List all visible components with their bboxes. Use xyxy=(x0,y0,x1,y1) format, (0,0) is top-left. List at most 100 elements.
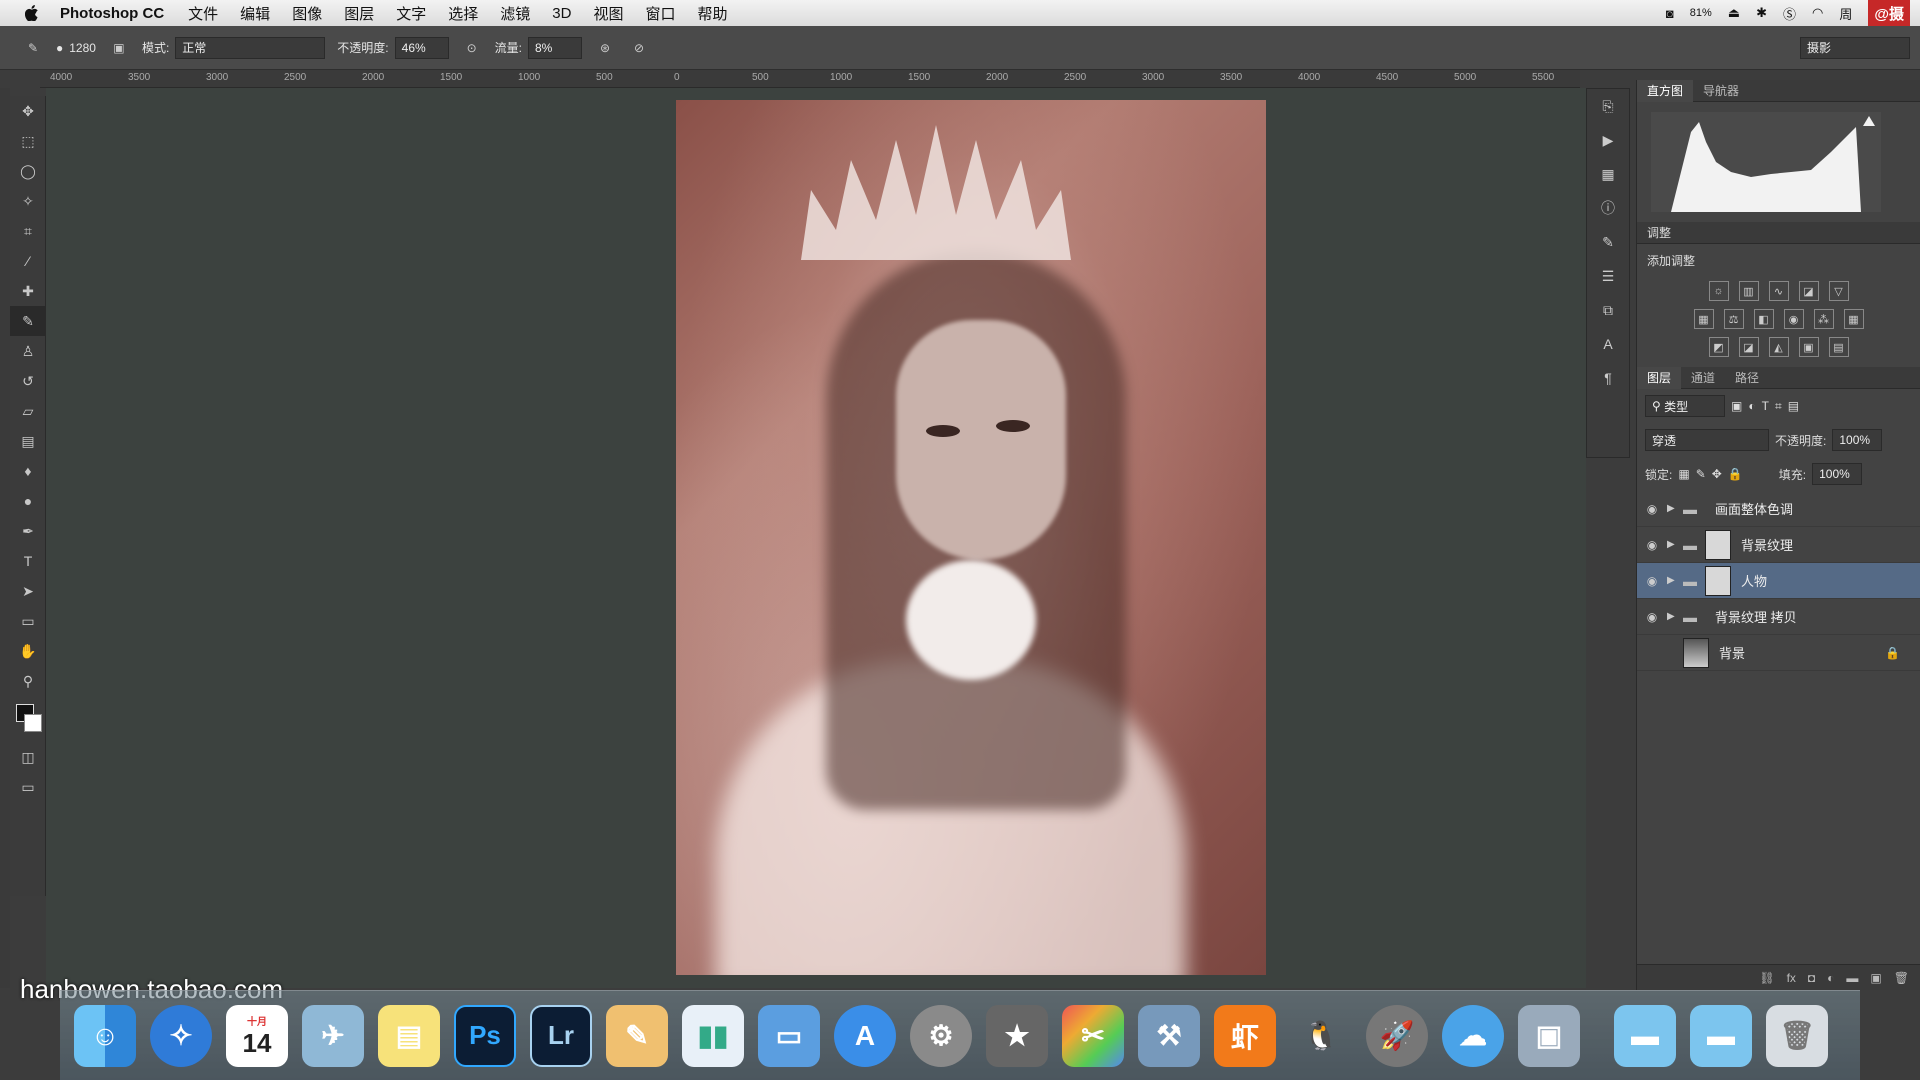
gradient-map-icon[interactable]: ▤ xyxy=(1828,337,1849,357)
move-tool-icon[interactable]: ✥ xyxy=(10,96,46,126)
menu-select[interactable]: 选择 xyxy=(448,3,478,24)
blend-mode-select[interactable]: 穿透 xyxy=(1645,429,1769,451)
photoshop-icon[interactable]: Ps xyxy=(454,1004,516,1067)
character-panel-icon[interactable]: A xyxy=(1587,327,1629,361)
brush-panel-icon[interactable]: ▣ xyxy=(108,37,130,59)
preview-icon[interactable]: ✈ xyxy=(302,1004,364,1067)
horizontal-ruler[interactable]: 4000 3500 3000 2500 2000 1500 1000 500 0… xyxy=(40,70,1580,88)
magic-wand-tool-icon[interactable]: ✧ xyxy=(10,186,46,216)
filter-pixel-icon[interactable]: ▣ xyxy=(1731,399,1742,413)
new-layer-icon[interactable]: ▣ xyxy=(1870,971,1881,985)
add-mask-icon[interactable]: ◘ xyxy=(1808,971,1815,985)
pressure-size-icon[interactable]: ⊘ xyxy=(628,37,650,59)
visibility-eye-icon[interactable]: ◉ xyxy=(1637,610,1667,624)
selective-color-icon[interactable]: ▣ xyxy=(1798,337,1819,357)
layer-row[interactable]: ◉ 背景 🔒 xyxy=(1637,635,1920,671)
channel-mixer-icon[interactable]: ⁂ xyxy=(1813,309,1834,329)
layer-mask-thumbnail[interactable] xyxy=(1705,529,1731,560)
threshold-icon[interactable]: ◭ xyxy=(1768,337,1789,357)
eyedropper-tool-icon[interactable]: ⁄ xyxy=(10,246,46,276)
hue-saturation-icon[interactable]: ▦ xyxy=(1693,309,1714,329)
menu-help[interactable]: 帮助 xyxy=(697,3,727,24)
tab-histogram[interactable]: 直方图 xyxy=(1637,79,1694,102)
xiami-icon[interactable]: 虾 xyxy=(1214,1004,1276,1067)
notes-icon[interactable]: ▤ xyxy=(378,1004,440,1067)
pressure-opacity-icon[interactable]: ⊙ xyxy=(461,37,483,59)
expand-arrow-icon[interactable]: ▶ xyxy=(1667,575,1683,586)
numbers-icon[interactable]: ▮▮ xyxy=(682,1004,744,1067)
calendar-icon[interactable]: 十月 14 xyxy=(226,1004,288,1067)
menu-3d[interactable]: 3D xyxy=(552,5,571,22)
document-canvas[interactable] xyxy=(676,100,1266,975)
documents-folder-icon[interactable]: ▬ xyxy=(1690,1004,1752,1067)
exposure-icon[interactable]: ◪ xyxy=(1798,281,1819,301)
canvas-workspace[interactable] xyxy=(46,88,1586,988)
menu-window[interactable]: 窗口 xyxy=(645,3,675,24)
lock-all-icon[interactable]: 🔒 xyxy=(1728,467,1743,481)
color-lookup-icon[interactable]: ▦ xyxy=(1843,309,1864,329)
color-balance-icon[interactable]: ⚖ xyxy=(1723,309,1744,329)
layer-row[interactable]: ◉ ▶ ▬ 背景纹理 xyxy=(1637,527,1920,563)
black-white-icon[interactable]: ◧ xyxy=(1753,309,1774,329)
vibrance-icon[interactable]: ▽ xyxy=(1828,281,1849,301)
type-tool-icon[interactable]: T xyxy=(10,546,46,576)
trash-icon[interactable]: 🗑 xyxy=(1766,1004,1828,1067)
new-adjustment-icon[interactable]: ◐ xyxy=(1827,971,1834,985)
wifi-icon[interactable]: ◠ xyxy=(1812,5,1823,21)
swatches-panel-icon[interactable]: ▦ xyxy=(1587,157,1629,191)
layer-row[interactable]: ◉ ▶ ▬ 背景纹理 拷贝 xyxy=(1637,599,1920,635)
skype-icon[interactable]: Ⓢ xyxy=(1783,4,1796,23)
bluetooth-icon[interactable]: ✱ xyxy=(1756,5,1767,21)
app-store-icon[interactable]: A xyxy=(834,1004,896,1067)
safari-icon[interactable]: ✧ xyxy=(150,1004,212,1067)
visibility-eye-icon[interactable]: ◉ xyxy=(1637,502,1667,516)
layer-style-icon[interactable]: fx xyxy=(1787,971,1796,985)
final-cut-icon[interactable]: ✂ xyxy=(1062,1004,1124,1067)
lock-move-icon[interactable]: ✥ xyxy=(1712,467,1722,481)
quick-mask-icon[interactable]: ◫ xyxy=(10,742,46,772)
pages-icon[interactable]: ✎ xyxy=(606,1004,668,1067)
expand-arrow-icon[interactable]: ▶ xyxy=(1667,539,1683,550)
healing-brush-tool-icon[interactable]: ✚ xyxy=(10,276,46,306)
adjustments-title[interactable]: 调整 xyxy=(1637,222,1920,244)
menu-type[interactable]: 文字 xyxy=(396,3,426,24)
opacity-input[interactable]: 46% xyxy=(394,36,449,59)
menu-image[interactable]: 图像 xyxy=(292,3,322,24)
photo-filter-icon[interactable]: ◉ xyxy=(1783,309,1804,329)
actions-panel-icon[interactable]: ▶ xyxy=(1587,123,1629,157)
visibility-eye-icon[interactable]: ◉ xyxy=(1637,574,1667,588)
zoom-tool-icon[interactable]: ⚲ xyxy=(10,666,46,696)
brush-tool-icon[interactable]: ✎ xyxy=(10,306,46,336)
system-preferences-icon[interactable]: ⚙ xyxy=(910,1004,972,1067)
menu-file[interactable]: 文件 xyxy=(188,3,218,24)
mode-select[interactable]: 正常 xyxy=(175,36,326,59)
filter-smart-icon[interactable]: ▤ xyxy=(1788,399,1799,413)
image-capture-icon[interactable]: ▣ xyxy=(1518,1004,1580,1067)
messenger-icon[interactable]: ☁ xyxy=(1442,1004,1504,1067)
menu-layer[interactable]: 图层 xyxy=(344,3,374,24)
clone-stamp-tool-icon[interactable]: ♙ xyxy=(10,336,46,366)
brush-preset-icon[interactable]: ✎ xyxy=(22,37,44,59)
apple-icon[interactable] xyxy=(22,3,42,23)
tab-layers[interactable]: 图层 xyxy=(1637,366,1682,389)
eject-icon[interactable]: ⏏ xyxy=(1728,5,1740,21)
expand-arrow-icon[interactable]: ▶ xyxy=(1667,503,1683,514)
camera-icon[interactable]: ◙ xyxy=(1666,6,1674,21)
link-layers-icon[interactable]: ⛓ xyxy=(1759,971,1774,985)
app-name[interactable]: Photoshop CC xyxy=(60,5,164,22)
delete-layer-icon[interactable]: 🗑 xyxy=(1894,971,1909,985)
pen-tool-icon[interactable]: ✒ xyxy=(10,516,46,546)
finder-icon[interactable]: ☺ xyxy=(74,1004,136,1067)
downloads-folder-icon[interactable]: ▬ xyxy=(1614,1004,1676,1067)
layer-mask-thumbnail[interactable] xyxy=(1705,565,1731,596)
expand-arrow-icon[interactable]: ▶ xyxy=(1667,611,1683,622)
posterize-icon[interactable]: ◪ xyxy=(1738,337,1759,357)
lock-paint-icon[interactable]: ✎ xyxy=(1696,467,1706,481)
background-color[interactable] xyxy=(24,714,42,732)
new-group-icon[interactable]: ▬ xyxy=(1846,971,1858,985)
airbrush-icon[interactable]: ⊛ xyxy=(594,37,616,59)
curves-icon[interactable]: ∿ xyxy=(1768,281,1789,301)
menu-filter[interactable]: 滤镜 xyxy=(500,3,530,24)
tab-paths[interactable]: 路径 xyxy=(1725,369,1769,386)
qq-icon[interactable]: 🐧 xyxy=(1290,1005,1352,1067)
